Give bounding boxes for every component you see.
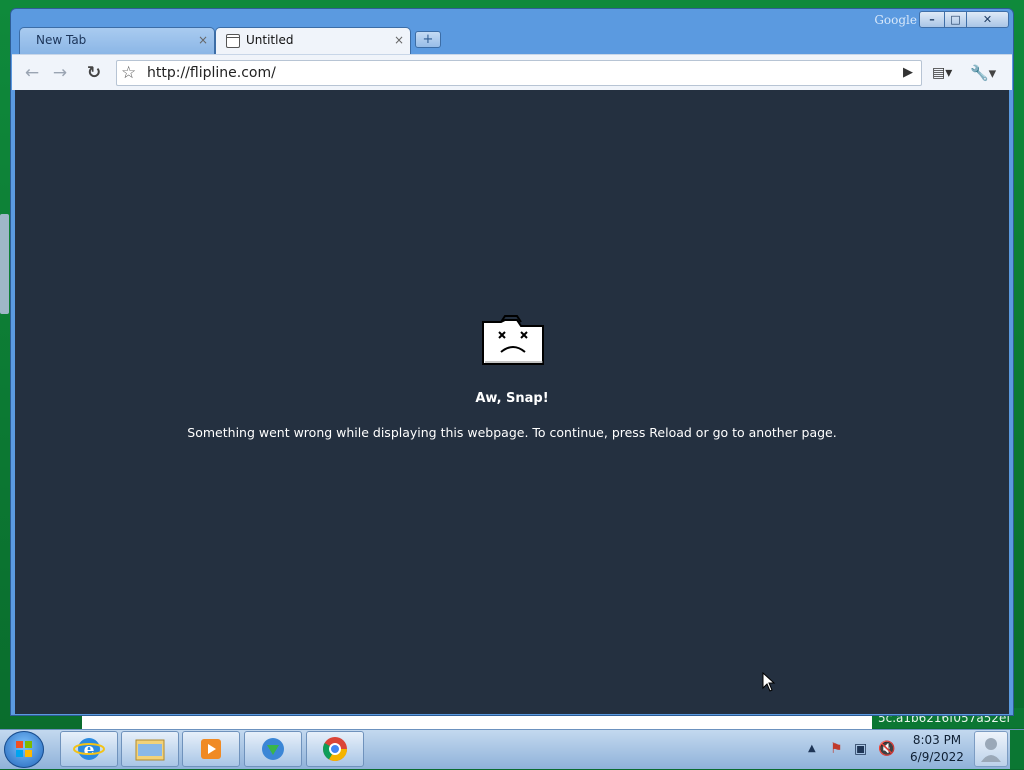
show-hidden-icons-icon[interactable]: ▲ (808, 743, 816, 754)
navigation-toolbar: ← → ↻ ☆ http://flipline.com/ ▶ ▤▾ 🔧▾ (12, 54, 1012, 90)
taskbar-download-manager[interactable] (244, 731, 302, 767)
user-account-button[interactable] (974, 731, 1008, 767)
user-avatar-icon (981, 738, 1001, 762)
internet-download-manager-icon (262, 738, 284, 760)
google-brand-text: Google (874, 13, 917, 27)
tab-label: Untitled (246, 33, 294, 47)
clock[interactable]: 8:03 PM 6/9/2022 (906, 732, 968, 766)
taskbar-internet-explorer[interactable]: e (60, 731, 118, 767)
taskbar-media-player[interactable] (182, 731, 240, 767)
clock-time: 8:03 PM (912, 733, 962, 747)
mouse-cursor-icon (762, 672, 776, 692)
go-button[interactable]: ▶ (896, 61, 920, 85)
sad-tab-favicon-icon (226, 34, 240, 48)
new-tab-button[interactable]: + (415, 31, 441, 48)
taskbar-chrome[interactable] (306, 731, 364, 767)
system-tray: ▲ ⚑ ▣ 🔇 (806, 730, 906, 769)
windows-explorer-icon (135, 739, 165, 761)
close-window-button[interactable]: ✕ (966, 11, 1009, 28)
clock-date: 6/9/2022 (910, 750, 964, 764)
error-message: Something went wrong while displaying th… (187, 425, 837, 440)
page-menu-button[interactable]: ▤▾ (932, 61, 962, 85)
taskbar-windows-explorer[interactable] (121, 731, 179, 767)
sad-folder-icon (482, 315, 544, 365)
svg-text:e: e (84, 740, 95, 760)
taskbar-edge (1010, 730, 1024, 769)
title-bar[interactable]: Google – □ ✕ New Tab × Untitled × + (11, 9, 1013, 57)
browser-window: Google – □ ✕ New Tab × Untitled × + ← → … (10, 8, 1014, 716)
network-icon[interactable]: ▣ (854, 741, 867, 757)
back-button[interactable]: ← (20, 61, 44, 85)
background-window-strip (82, 714, 872, 729)
tab-close-icon[interactable]: × (198, 28, 208, 53)
tab-untitled[interactable]: Untitled × (215, 27, 411, 54)
internet-explorer-icon: e (73, 738, 105, 760)
wrench-menu-button[interactable]: 🔧▾ (970, 61, 1004, 85)
reload-button[interactable]: ↻ (82, 61, 106, 85)
minimize-button[interactable]: – (919, 11, 945, 28)
url-text[interactable]: http://flipline.com/ (147, 61, 276, 85)
page-content: Aw, Snap! Something went wrong while dis… (15, 90, 1009, 714)
background-scrollbar (0, 214, 9, 314)
error-title: Aw, Snap! (475, 391, 549, 406)
media-player-icon (201, 739, 221, 759)
tab-label: New Tab (36, 33, 87, 47)
bookmark-star-icon[interactable]: ☆ (121, 61, 136, 85)
windows-logo-icon (16, 741, 32, 757)
tab-close-icon[interactable]: × (394, 28, 404, 53)
chrome-icon (322, 737, 347, 762)
volume-muted-icon[interactable]: 🔇 (878, 741, 895, 757)
tab-new-tab[interactable]: New Tab × (19, 27, 215, 54)
action-center-icon[interactable]: ⚑ (830, 741, 843, 757)
forward-button[interactable]: → (48, 61, 72, 85)
address-bar[interactable]: ☆ http://flipline.com/ (116, 60, 922, 86)
maximize-button[interactable]: □ (944, 11, 967, 28)
taskbar: e ▲ ⚑ ▣ 🔇 8:03 PM 6/9/2022 (0, 729, 1024, 769)
start-button[interactable] (4, 731, 44, 768)
